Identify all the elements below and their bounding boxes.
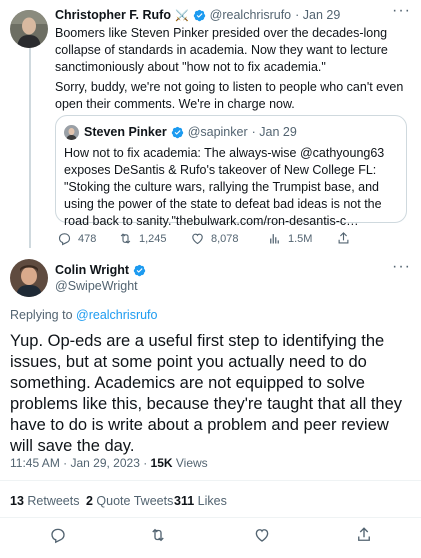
likes-stat-count: 311 xyxy=(174,494,195,508)
retweets-stat-label: Retweets xyxy=(23,494,80,508)
main-tweet-text: Yup. Op-eds are a useful first step to i… xyxy=(10,332,403,455)
timestamp-text[interactable]: 11:45 AM · Jan 29, 2023 · xyxy=(10,456,151,470)
rufo-avatar-image xyxy=(10,10,48,48)
replying-to: Replying to @realchrisrufo xyxy=(10,308,157,322)
quote-mention: @cathyoung63 xyxy=(299,146,385,160)
retweet-button[interactable]: 1,245 xyxy=(118,231,167,246)
rufo-tweet-text-p2: Sorry, buddy, we're not going to listen … xyxy=(55,80,404,111)
verified-badge-icon xyxy=(133,264,146,276)
share-icon[interactable] xyxy=(355,526,373,544)
rufo-tweet-text-p1: Boomers like Steven Pinker presided over… xyxy=(55,26,388,74)
views-count: 1.5M xyxy=(288,232,313,245)
wright-avatar[interactable] xyxy=(10,259,48,297)
quote-tweets-stat[interactable]: 2 Quote Tweets xyxy=(86,494,173,508)
wright-name[interactable]: Colin Wright xyxy=(55,263,129,277)
retweet-count: 1,245 xyxy=(139,232,167,245)
quote-text-part-a: How not to fix academia: The always-wise xyxy=(64,146,300,160)
retweet-icon xyxy=(120,233,131,244)
reply-icon[interactable] xyxy=(49,526,67,544)
pinker-avatar-image xyxy=(64,125,79,140)
thread-connector-line xyxy=(29,48,31,248)
views-chart-icon xyxy=(270,234,279,244)
pinker-name: Steven Pinker xyxy=(84,125,167,139)
quote-tweets-stat-count: 2 xyxy=(86,494,93,508)
rufo-handle[interactable]: @realchrisrufo xyxy=(210,8,291,22)
like-count: 8,078 xyxy=(211,232,239,245)
share-icon xyxy=(338,232,349,244)
pinker-avatar xyxy=(64,125,79,140)
more-options-icon[interactable]: ··· xyxy=(392,2,411,20)
wright-avatar-image xyxy=(10,259,48,297)
quote-tweet-card[interactable]: Steven Pinker @sapinker · Jan 29 How not… xyxy=(55,115,407,228)
views-total: 15K xyxy=(150,456,173,470)
views-label: Views xyxy=(172,456,208,470)
verified-badge-icon xyxy=(171,126,183,138)
verified-badge-icon xyxy=(193,9,205,21)
views-button[interactable]: 1.5M xyxy=(267,231,312,246)
crossed-swords-icon: ⚔️ xyxy=(174,9,189,22)
quote-text: How not to fix academia: The always-wise… xyxy=(64,145,400,230)
heart-icon xyxy=(192,233,203,245)
retweets-stat[interactable]: 13 Retweets xyxy=(10,494,80,508)
retweet-icon[interactable] xyxy=(149,526,167,544)
rufo-name[interactable]: Christopher F. Rufo xyxy=(55,8,171,22)
likes-stat-label: Likes xyxy=(194,494,227,508)
reply-button[interactable]: 478 xyxy=(57,231,96,246)
pinker-date: · Jan 29 xyxy=(251,125,297,139)
like-button[interactable]: 8,078 xyxy=(190,231,239,246)
quote-link: thebulwark.com/ron-desantis-c… xyxy=(175,214,359,228)
divider-bottom xyxy=(0,517,421,518)
replying-to-handle-link[interactable]: @realchrisrufo xyxy=(76,308,157,322)
share-button[interactable] xyxy=(336,231,351,246)
rufo-avatar[interactable] xyxy=(10,10,48,48)
reply-count: 478 xyxy=(78,232,97,245)
likes-stat[interactable]: 311 Likes xyxy=(174,494,227,508)
heart-icon[interactable] xyxy=(253,526,271,544)
replying-to-prefix: Replying to xyxy=(10,308,77,322)
tweet-timestamp: 11:45 AM · Jan 29, 2023 · 15K Views xyxy=(10,456,208,470)
rufo-date[interactable]: · Jan 29 xyxy=(295,8,340,22)
quote-tweets-stat-label: Quote Tweets xyxy=(92,494,174,508)
wright-handle[interactable]: @SwipeWright xyxy=(55,279,138,293)
more-options-icon[interactable]: ··· xyxy=(392,258,411,276)
reply-icon xyxy=(58,233,71,246)
retweets-stat-count: 13 xyxy=(10,494,24,508)
divider-top xyxy=(0,480,421,481)
pinker-handle: @sapinker xyxy=(187,125,248,139)
